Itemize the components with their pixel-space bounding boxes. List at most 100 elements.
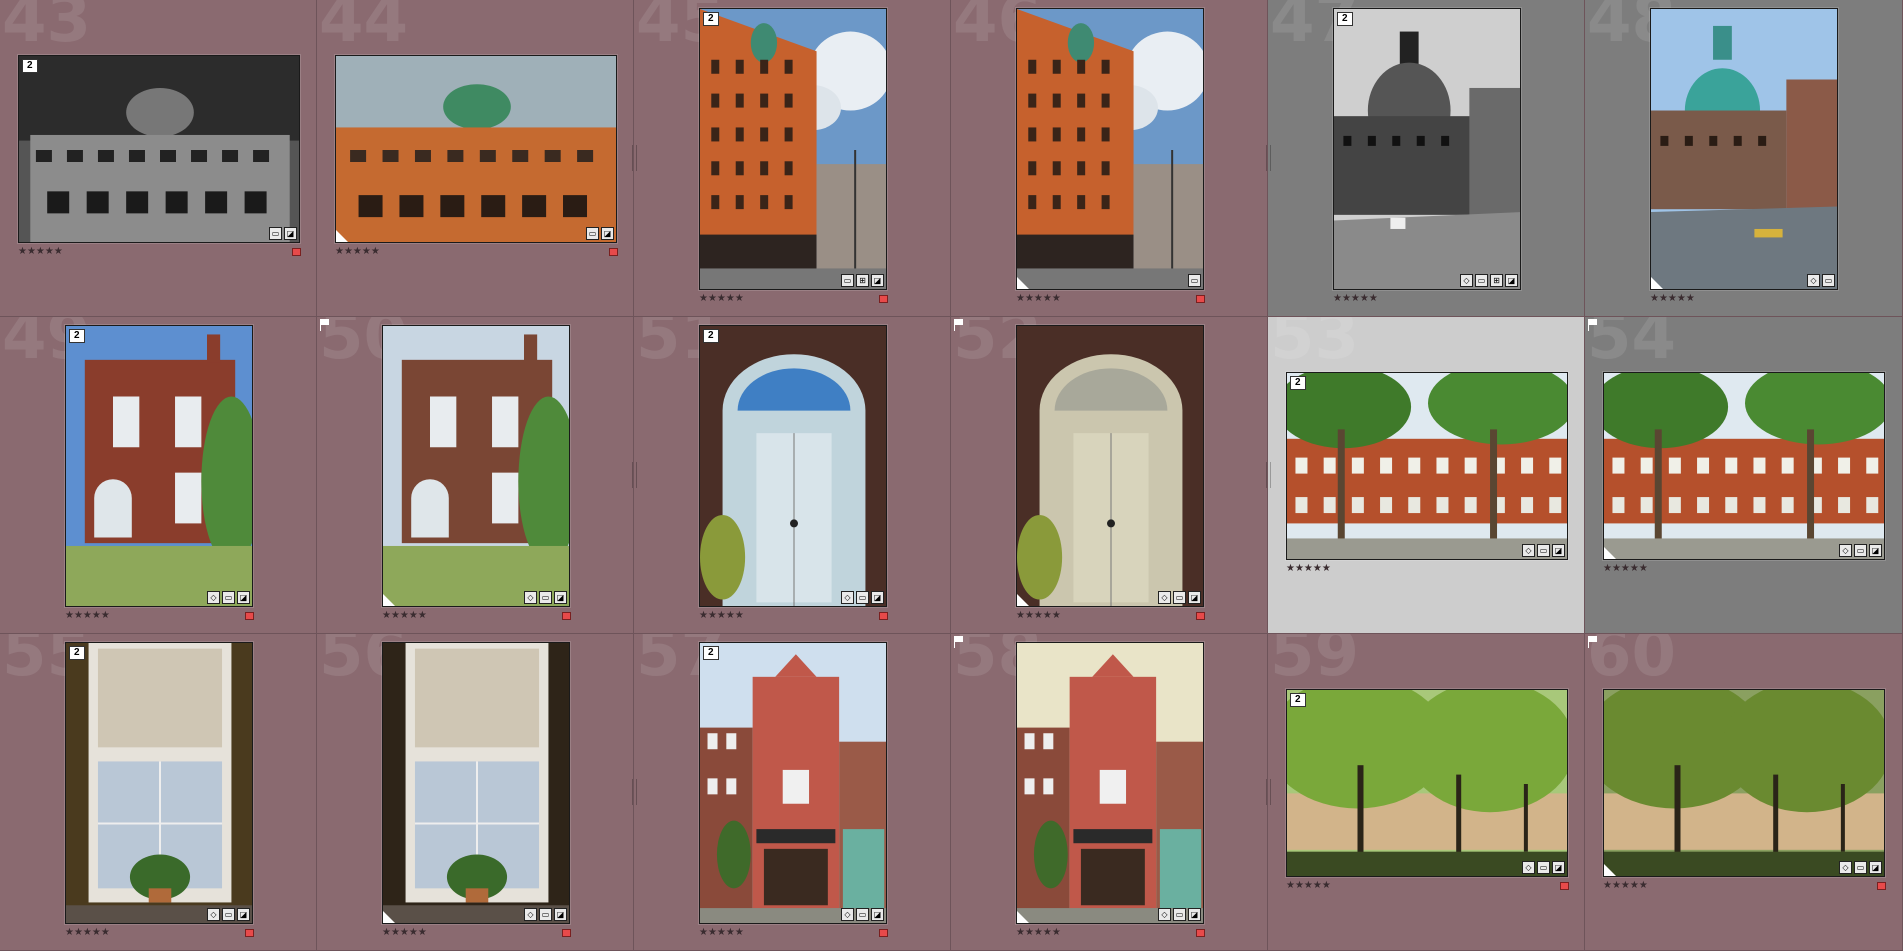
pick-flag-icon[interactable] (953, 636, 965, 648)
grid-cell[interactable]: 48 ◇ ▭ ★★★★★ (1585, 0, 1903, 317)
crop-icon[interactable]: ▭ (1537, 861, 1550, 874)
crop-icon[interactable]: ▭ (856, 908, 869, 921)
grid-cell[interactable]: 57 2 ◇ ▭ ◪ ★★★★★ (634, 634, 951, 951)
photo-thumbnail[interactable]: 2 ◇ ▭ ◪ (699, 325, 887, 607)
crop-icon[interactable]: ▭ (222, 591, 235, 604)
grid-cell[interactable]: 54 ◇ ▭ ◪ ★★★★★ (1585, 317, 1903, 634)
edit-icon[interactable]: ◪ (1505, 274, 1518, 287)
pick-flag-icon[interactable] (953, 319, 965, 331)
stack-count-badge[interactable]: 2 (69, 329, 85, 343)
grid-cell[interactable]: 58 ◇ ▭ ◪ ★★★★★ (951, 634, 1268, 951)
crop-icon[interactable]: ▭ (539, 591, 552, 604)
star-rating[interactable]: ★★★★★ (382, 927, 427, 939)
edit-icon[interactable]: ◪ (871, 591, 884, 604)
crop-icon[interactable]: ▭ (539, 908, 552, 921)
crop-icon[interactable]: ▭ (1854, 544, 1867, 557)
grid-cell[interactable]: 52 ◇ ▭ ◪ ★★★★★ (951, 317, 1268, 634)
pick-flag-icon[interactable] (319, 319, 331, 331)
photo-thumbnail[interactable]: ▭ ◪ (335, 55, 617, 243)
stack-count-badge[interactable]: 2 (1290, 376, 1306, 390)
star-rating[interactable]: ★★★★★ (1333, 293, 1378, 305)
grid-icon[interactable]: ⊞ (856, 274, 869, 287)
star-rating[interactable]: ★★★★★ (1650, 293, 1695, 305)
tag-icon[interactable]: ◇ (841, 908, 854, 921)
color-label-red[interactable] (292, 248, 301, 256)
stack-count-badge[interactable]: 2 (703, 12, 719, 26)
edit-icon[interactable]: ◪ (284, 227, 297, 240)
grid-cell[interactable]: 56 ◇ ▭ ◪ ★★★★★ (317, 634, 634, 951)
crop-icon[interactable]: ▭ (1854, 861, 1867, 874)
photo-thumbnail[interactable]: 2 ◇ ▭ ⊞ ◪ (1333, 8, 1521, 290)
edit-icon[interactable]: ◪ (1552, 861, 1565, 874)
tag-icon[interactable]: ◇ (1158, 591, 1171, 604)
photo-thumbnail[interactable]: ◇ ▭ ◪ (382, 642, 570, 924)
color-label-red[interactable] (562, 612, 571, 620)
crop-icon[interactable]: ▭ (1822, 274, 1835, 287)
star-rating[interactable]: ★★★★★ (699, 293, 744, 305)
star-rating[interactable]: ★★★★★ (1603, 563, 1648, 575)
photo-thumbnail[interactable]: 2 ▭ ◪ (18, 55, 300, 243)
crop-icon[interactable]: ▭ (1173, 908, 1186, 921)
grid-cell[interactable]: 45 2 ▭ ⊞ ◪ ★★★★★ (634, 0, 951, 317)
tag-icon[interactable]: ◇ (1158, 908, 1171, 921)
stack-count-badge[interactable]: 2 (22, 59, 38, 73)
color-label-red[interactable] (879, 929, 888, 937)
star-rating[interactable]: ★★★★★ (18, 246, 63, 258)
photo-thumbnail[interactable]: 2 ◇ ▭ ◪ (1286, 689, 1568, 877)
edit-icon[interactable]: ◪ (1552, 544, 1565, 557)
star-rating[interactable]: ★★★★★ (1016, 293, 1061, 305)
color-label-red[interactable] (609, 248, 618, 256)
edit-icon[interactable]: ◪ (871, 908, 884, 921)
tag-icon[interactable]: ◇ (1839, 861, 1852, 874)
grid-cell[interactable]: 47 2 ◇ ▭ ⊞ ◪ ★★★★★ (1268, 0, 1585, 317)
star-rating[interactable]: ★★★★★ (1603, 880, 1648, 892)
photo-thumbnail[interactable]: ▭ (1016, 8, 1204, 290)
color-label-red[interactable] (879, 612, 888, 620)
edit-icon[interactable]: ◪ (554, 591, 567, 604)
star-rating[interactable]: ★★★★★ (65, 610, 110, 622)
tag-icon[interactable]: ◇ (207, 591, 220, 604)
color-label-red[interactable] (562, 929, 571, 937)
stack-count-badge[interactable]: 2 (703, 646, 719, 660)
edit-icon[interactable]: ◪ (601, 227, 614, 240)
stack-count-badge[interactable]: 2 (1337, 12, 1353, 26)
grid-cell[interactable]: 50 ◇ ▭ ◪ ★★★★★ (317, 317, 634, 634)
crop-icon[interactable]: ▭ (586, 227, 599, 240)
crop-icon[interactable]: ▭ (841, 274, 854, 287)
tag-icon[interactable]: ◇ (841, 591, 854, 604)
grid-cell[interactable]: 55 2 ◇ ▭ ◪ ★★★★★ (0, 634, 317, 951)
photo-thumbnail[interactable]: ◇ ▭ (1650, 8, 1838, 290)
photo-thumbnail[interactable]: 2 ◇ ▭ ◪ (699, 642, 887, 924)
stack-divider-handle[interactable] (1266, 462, 1271, 488)
edit-icon[interactable]: ◪ (237, 591, 250, 604)
tag-icon[interactable]: ◇ (1460, 274, 1473, 287)
grid-cell[interactable]: 49 2 ◇ ▭ ◪ ★★★★★ (0, 317, 317, 634)
stack-count-badge[interactable]: 2 (703, 329, 719, 343)
star-rating[interactable]: ★★★★★ (699, 610, 744, 622)
grid-cell[interactable]: 60 ◇ ▭ ◪ ★★★★★ (1585, 634, 1903, 951)
crop-icon[interactable]: ▭ (1188, 274, 1201, 287)
stack-divider-handle[interactable] (632, 145, 637, 171)
grid-cell[interactable]: 51 2 ◇ ▭ ◪ ★★★★★ (634, 317, 951, 634)
stack-count-badge[interactable]: 2 (1290, 693, 1306, 707)
edit-icon[interactable]: ◪ (1188, 591, 1201, 604)
stack-divider-handle[interactable] (632, 779, 637, 805)
star-rating[interactable]: ★★★★★ (335, 246, 380, 258)
grid-cell[interactable]: 53 2 ◇ ▭ ◪ ★★★★★ (1268, 317, 1585, 634)
color-label-red[interactable] (1877, 882, 1886, 890)
edit-icon[interactable]: ◪ (1188, 908, 1201, 921)
tag-icon[interactable]: ◇ (1839, 544, 1852, 557)
photo-thumbnail[interactable]: 2 ◇ ▭ ◪ (65, 325, 253, 607)
grid-cell[interactable]: 43 2 ▭ ◪ ★★★★★ (0, 0, 317, 317)
edit-icon[interactable]: ◪ (237, 908, 250, 921)
stack-divider-handle[interactable] (1266, 779, 1271, 805)
crop-icon[interactable]: ▭ (269, 227, 282, 240)
star-rating[interactable]: ★★★★★ (1016, 610, 1061, 622)
pick-flag-icon[interactable] (1587, 636, 1599, 648)
crop-icon[interactable]: ▭ (1173, 591, 1186, 604)
star-rating[interactable]: ★★★★★ (382, 610, 427, 622)
edit-icon[interactable]: ◪ (1869, 861, 1882, 874)
star-rating[interactable]: ★★★★★ (699, 927, 744, 939)
photo-thumbnail[interactable]: ◇ ▭ ◪ (382, 325, 570, 607)
tag-icon[interactable]: ◇ (524, 591, 537, 604)
